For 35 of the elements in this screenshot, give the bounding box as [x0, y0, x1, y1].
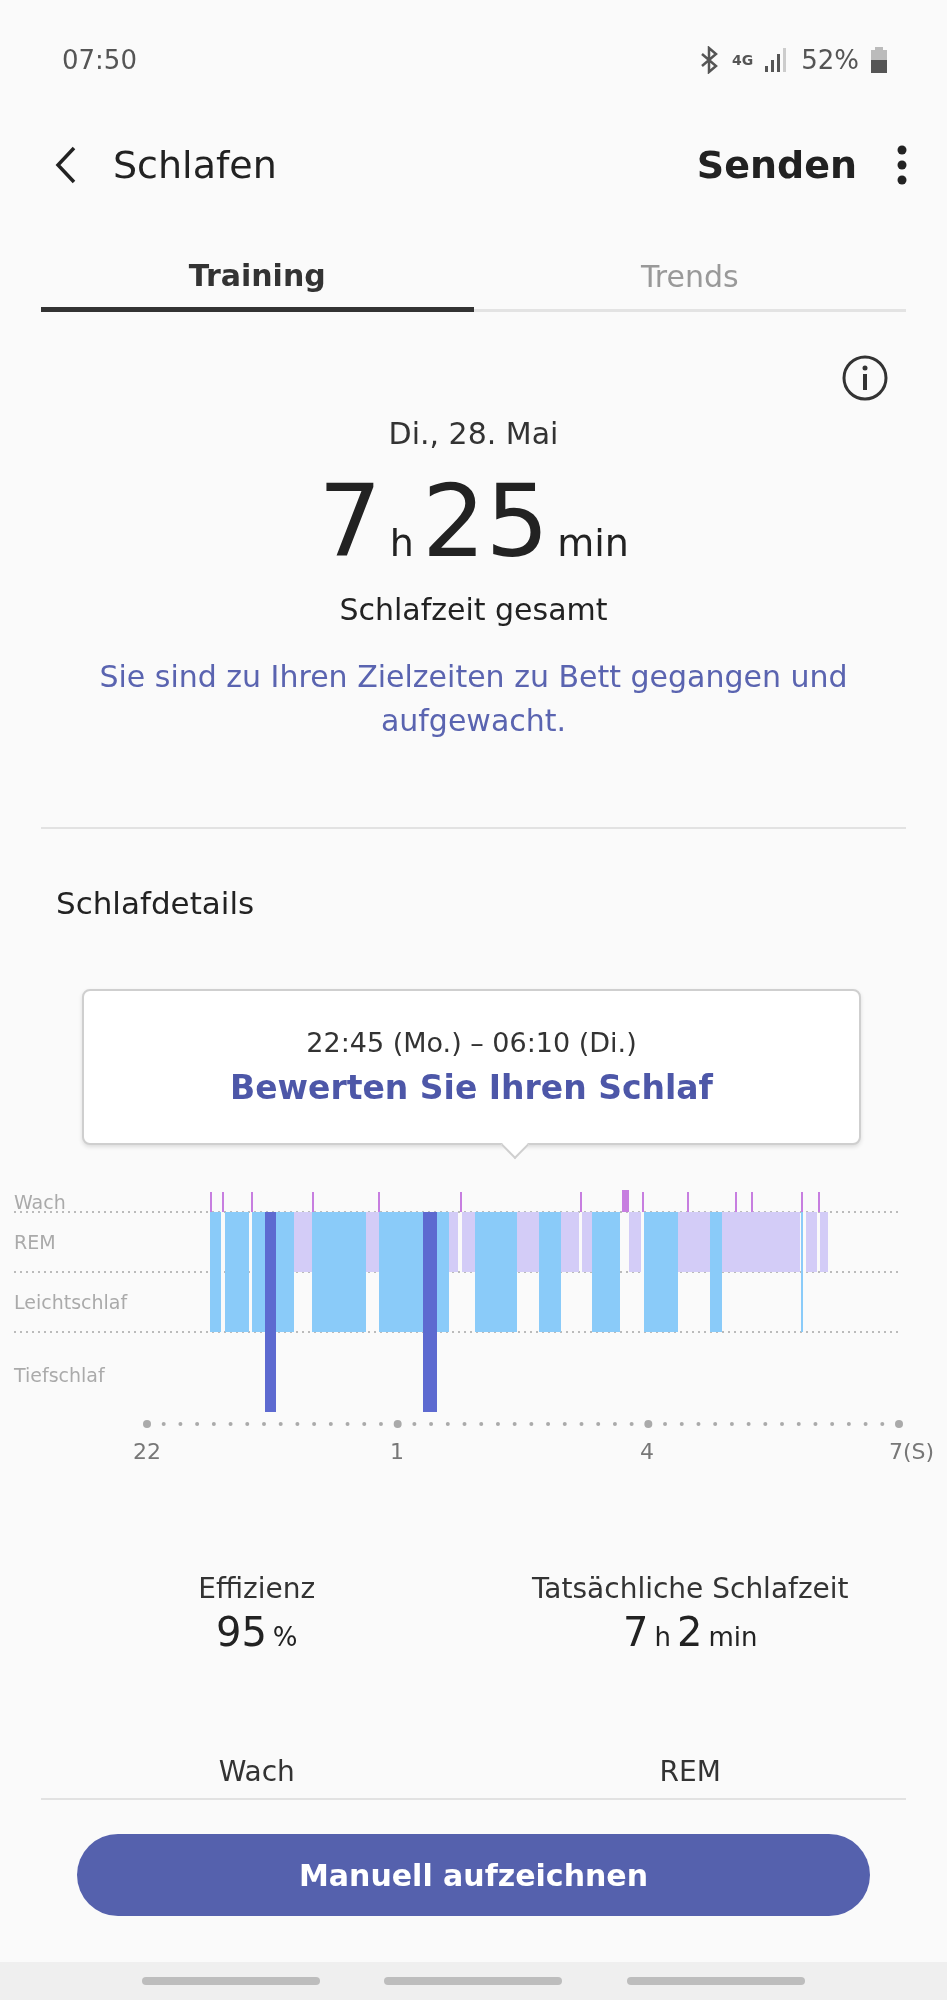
stat-label: Tatsächliche Schlafzeit — [531, 1572, 849, 1605]
section-title: Schlafdetails — [55, 885, 256, 921]
stage-label: Leichtschlaf — [14, 1291, 128, 1313]
send-button[interactable]: Senden — [696, 143, 857, 187]
stage-label: Tiefschlaf — [14, 1364, 105, 1386]
nav-bar-handle[interactable] — [626, 1977, 805, 1985]
network-type: 4G — [731, 52, 754, 68]
record-manually-button[interactable]: Manuell aufzeichnen — [77, 1834, 870, 1916]
goal-message: Sie sind zu Ihren Zielzeiten zu Bett gegangen und aufgewacht. — [98, 658, 849, 740]
back-button[interactable] — [55, 146, 77, 184]
clock: 07:50 — [62, 45, 137, 75]
tab[interactable]: Training — [41, 244, 474, 312]
stage-heading: Wach — [217, 1755, 296, 1788]
duration-label: Schlafzeit gesamt — [339, 592, 608, 627]
sleep-range: 22:45 (Mo.) – 06:10 (Di.) — [306, 1027, 637, 1058]
info-icon[interactable] — [841, 354, 889, 402]
stage-heading: REM — [658, 1755, 722, 1788]
time-label: 22 — [133, 1439, 161, 1464]
stat-value: 7 h 2 min — [623, 1609, 758, 1655]
time-label: 4 — [640, 1439, 654, 1464]
stage-label: REM — [14, 1231, 56, 1253]
more-options-button[interactable] — [897, 145, 907, 185]
time-label: 1 — [390, 1439, 404, 1464]
stat-value: 95% — [215, 1609, 298, 1655]
battery-icon — [871, 47, 887, 73]
sleep-date: Di., 28. Mai — [388, 416, 559, 451]
stat-label: Effizienz — [198, 1572, 316, 1605]
total-sleep-duration: 7 h 25 min — [318, 463, 629, 580]
battery-level: 52% — [801, 45, 859, 75]
time-label: 7(S) — [889, 1439, 935, 1464]
nav-bar-handle[interactable] — [142, 1977, 321, 1985]
page-title: Schlafen — [113, 143, 278, 187]
rate-sleep-link[interactable]: Bewerten Sie Ihren Schlaf — [230, 1068, 713, 1107]
stage-label: Wach — [14, 1191, 66, 1213]
nav-bar-handle[interactable] — [384, 1977, 563, 1985]
